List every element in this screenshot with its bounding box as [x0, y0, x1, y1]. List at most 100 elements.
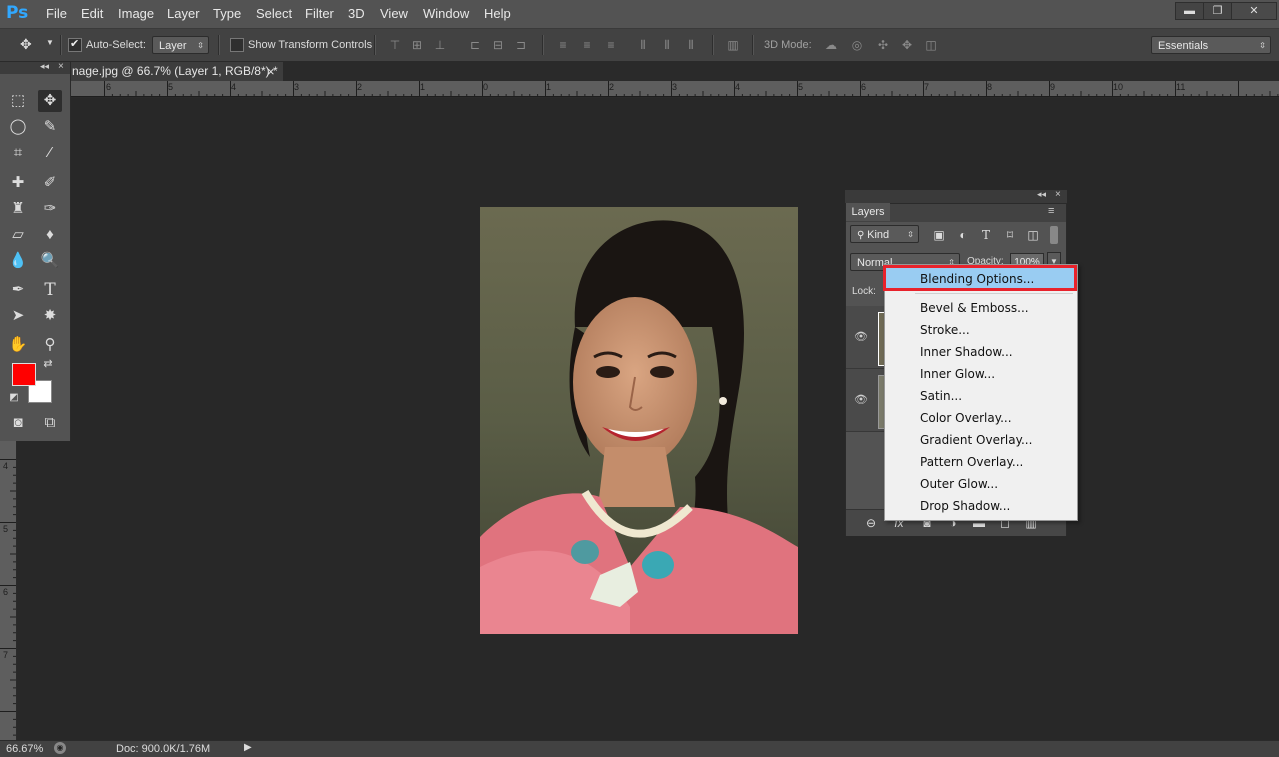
3d-rotate-icon[interactable]: ☁: [822, 38, 840, 52]
layers-panel-header[interactable]: ◂◂ ×: [845, 189, 1067, 203]
menu-window[interactable]: Window: [423, 6, 469, 21]
visibility-eye-icon[interactable]: 👁: [854, 393, 868, 406]
distribute-right-icon[interactable]: ⦀: [684, 38, 698, 52]
brush-tool-icon[interactable]: ✐: [38, 172, 62, 194]
menu-item-bevel-emboss[interactable]: Bevel & Emboss...: [920, 301, 1029, 315]
filter-pixel-icon[interactable]: ▣: [932, 228, 946, 242]
3d-pan-icon[interactable]: ✣: [874, 38, 892, 52]
collapse-icon[interactable]: ◂◂: [1037, 189, 1046, 200]
align-left-icon[interactable]: ⊏: [468, 38, 482, 52]
custom-shape-tool-icon[interactable]: ✸: [38, 305, 62, 327]
menu-item-outer-glow[interactable]: Outer Glow...: [920, 477, 998, 491]
filter-adjustment-icon[interactable]: ◐: [956, 228, 970, 242]
menu-image[interactable]: Image: [118, 6, 154, 21]
path-selection-tool-icon[interactable]: ➤: [6, 305, 30, 327]
minimize-button[interactable]: ▬: [1175, 2, 1204, 20]
distribute-bottom-icon[interactable]: ≡: [604, 38, 618, 52]
align-bottom-icon[interactable]: ⊥: [433, 38, 447, 52]
filter-type-icon[interactable]: T: [979, 228, 993, 242]
show-transform-checkbox[interactable]: [230, 38, 244, 52]
status-menu-arrow-icon[interactable]: ▶: [244, 742, 252, 753]
menu-item-gradient-overlay[interactable]: Gradient Overlay...: [920, 433, 1032, 447]
distribute-top-icon[interactable]: ≡: [556, 38, 570, 52]
foreground-color-swatch[interactable]: [12, 363, 36, 386]
portrait-image: [480, 207, 798, 634]
paint-bucket-tool-icon[interactable]: ♦: [38, 224, 62, 246]
tab-layers[interactable]: Layers: [846, 203, 890, 221]
lasso-tool-icon[interactable]: ◯: [6, 116, 30, 138]
distribute-hcenter-icon[interactable]: ⦀: [660, 38, 674, 52]
healing-brush-tool-icon[interactable]: ✚: [6, 172, 30, 194]
menu-3d[interactable]: 3D: [348, 6, 365, 21]
3d-scale-icon[interactable]: ◫: [922, 38, 940, 52]
close-icon[interactable]: ×: [58, 61, 64, 72]
align-vcenter-icon[interactable]: ⊞: [410, 38, 424, 52]
move-tool-icon[interactable]: ✥: [38, 90, 62, 112]
clone-stamp-tool-icon[interactable]: ♜: [6, 198, 30, 220]
close-tab-icon[interactable]: ×: [267, 62, 275, 81]
menu-layer[interactable]: Layer: [167, 6, 200, 21]
menu-item-pattern-overlay[interactable]: Pattern Overlay...: [920, 455, 1023, 469]
menu-help[interactable]: Help: [484, 6, 511, 21]
close-icon[interactable]: ×: [1055, 189, 1061, 200]
quick-selection-tool-icon[interactable]: ✎: [38, 116, 62, 138]
canvas-photo[interactable]: [480, 207, 798, 634]
quick-mask-icon[interactable]: ◙: [6, 412, 30, 434]
menu-view[interactable]: View: [380, 6, 408, 21]
auto-select-checkbox[interactable]: ✔: [68, 38, 82, 52]
swap-colors-icon[interactable]: ⇄: [40, 356, 56, 372]
status-info-icon[interactable]: ◉: [54, 742, 66, 754]
document-tab[interactable]: nage.jpg @ 66.7% (Layer 1, RGB/8*) * ×: [70, 62, 283, 81]
eyedropper-tool-icon[interactable]: ⁄: [38, 142, 62, 164]
default-colors-icon[interactable]: ◩: [6, 390, 22, 406]
tool-preset-dropdown-icon[interactable]: ▼: [46, 38, 54, 47]
panel-menu-icon[interactable]: ≡: [1048, 205, 1054, 217]
menu-item-blending-options[interactable]: Blending Options...: [920, 272, 1034, 286]
close-window-button[interactable]: ✕: [1231, 2, 1277, 20]
menu-item-satin[interactable]: Satin...: [920, 389, 962, 403]
zoom-tool-icon[interactable]: ⚲: [38, 334, 62, 356]
hand-tool-icon[interactable]: ✋: [6, 334, 30, 356]
menu-file[interactable]: File: [46, 6, 67, 21]
menu-item-inner-glow[interactable]: Inner Glow...: [920, 367, 995, 381]
align-right-icon[interactable]: ⊐: [514, 38, 528, 52]
move-tool-icon[interactable]: ✥: [20, 36, 32, 53]
crop-tool-icon[interactable]: ⌗: [6, 142, 30, 164]
align-hcenter-icon[interactable]: ⊟: [491, 38, 505, 52]
menu-item-drop-shadow[interactable]: Drop Shadow...: [920, 499, 1010, 513]
visibility-eye-icon[interactable]: 👁: [854, 330, 868, 343]
align-top-icon[interactable]: ⊤: [388, 38, 402, 52]
3d-slide-icon[interactable]: ✥: [898, 38, 916, 52]
separator: [712, 35, 714, 55]
menu-type[interactable]: Type: [213, 6, 241, 21]
eraser-tool-icon[interactable]: ▱: [6, 224, 30, 246]
dodge-tool-icon[interactable]: 🔍: [38, 250, 62, 272]
type-tool-icon[interactable]: T: [38, 279, 62, 301]
3d-roll-icon[interactable]: ◎: [848, 38, 866, 52]
menu-item-stroke[interactable]: Stroke...: [920, 323, 970, 337]
distribute-vcenter-icon[interactable]: ≡: [580, 38, 594, 52]
auto-select-target-dropdown[interactable]: Layer ⇳: [152, 36, 209, 54]
menu-item-inner-shadow[interactable]: Inner Shadow...: [920, 345, 1013, 359]
distribute-left-icon[interactable]: ⦀: [636, 38, 650, 52]
history-brush-tool-icon[interactable]: ✑: [38, 198, 62, 220]
pen-tool-icon[interactable]: ✒: [6, 279, 30, 301]
menu-item-color-overlay[interactable]: Color Overlay...: [920, 411, 1012, 425]
blur-tool-icon[interactable]: 💧: [6, 250, 30, 272]
zoom-level[interactable]: 66.67%: [6, 743, 43, 755]
workspace-dropdown[interactable]: Essentials ⇳: [1151, 36, 1271, 54]
filter-kind-dropdown[interactable]: ⚲ Kind ⇳: [850, 225, 919, 243]
collapse-icon[interactable]: ◂◂: [40, 61, 49, 72]
auto-align-icon[interactable]: ▥: [726, 38, 740, 52]
restore-button[interactable]: ❐: [1203, 2, 1232, 20]
filter-shape-icon[interactable]: ⌑: [1003, 228, 1017, 242]
filter-toggle-icon[interactable]: [1050, 226, 1058, 244]
menu-edit[interactable]: Edit: [81, 6, 103, 21]
menu-filter[interactable]: Filter: [305, 6, 334, 21]
link-layers-icon[interactable]: ⊖: [864, 516, 878, 530]
filter-smart-object-icon[interactable]: ◫: [1026, 228, 1040, 242]
toolbox-header[interactable]: ◂◂ ×: [0, 61, 70, 74]
menu-select[interactable]: Select: [256, 6, 292, 21]
screen-mode-icon[interactable]: ⧉: [38, 412, 62, 434]
marquee-tool-icon[interactable]: ⬚: [6, 90, 30, 112]
